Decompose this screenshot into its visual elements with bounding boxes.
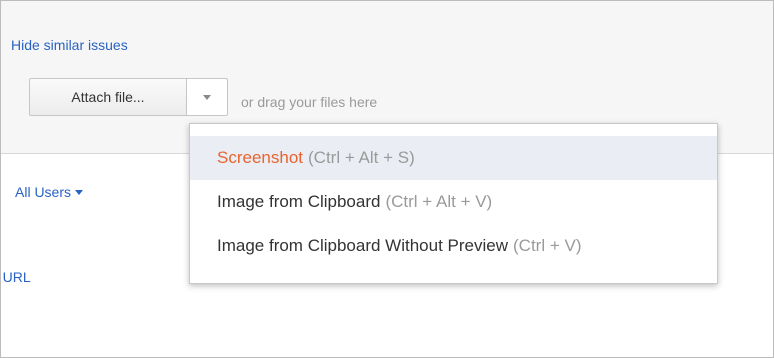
attach-options-toggle[interactable] <box>186 78 228 116</box>
all-users-label: All Users <box>15 184 72 200</box>
menu-item-screenshot[interactable]: Screenshot (Ctrl + Alt + S) <box>190 136 717 180</box>
menu-item-clipboard-without-preview[interactable]: Image from Clipboard Without Preview (Ct… <box>190 224 717 268</box>
attach-options-menu: Screenshot (Ctrl + Alt + S) Image from C… <box>189 123 718 284</box>
menu-item-image-from-clipboard[interactable]: Image from Clipboard (Ctrl + Alt + V) <box>190 180 717 224</box>
menu-item-shortcut: (Ctrl + Alt + V) <box>385 192 493 211</box>
menu-item-label: Image from Clipboard <box>217 192 381 211</box>
caret-down-icon <box>75 189 84 195</box>
drag-files-hint: or drag your files here <box>241 94 378 110</box>
hide-similar-issues-link[interactable]: Hide similar issues <box>11 37 128 53</box>
url-link[interactable]: e URL <box>1 269 61 285</box>
url-link-label: e URL <box>1 269 31 285</box>
menu-item-shortcut: (Ctrl + V) <box>513 236 582 255</box>
chevron-down-icon <box>203 94 211 100</box>
menu-item-label: Screenshot <box>217 148 303 167</box>
menu-item-label: Image from Clipboard Without Preview <box>217 236 509 255</box>
all-users-filter[interactable]: All Users <box>15 184 84 200</box>
attach-file-button[interactable]: Attach file... <box>29 78 187 116</box>
menu-item-shortcut: (Ctrl + Alt + S) <box>308 148 415 167</box>
